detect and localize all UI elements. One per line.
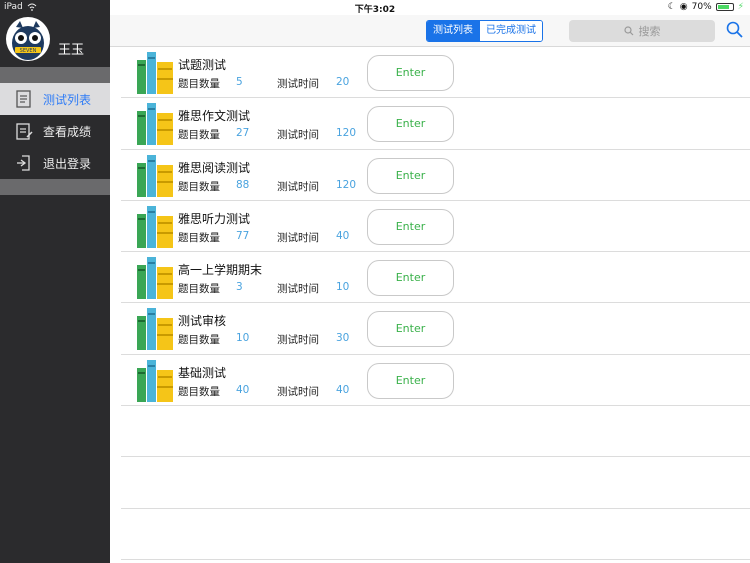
search-button[interactable] (726, 21, 744, 43)
count-value: 5 (236, 76, 243, 88)
sidebar-item-test-list[interactable]: 测试列表 (0, 83, 110, 115)
enter-button[interactable]: Enter (367, 311, 454, 348)
time-label: 测试时间 (277, 334, 319, 347)
time-label: 测试时间 (277, 180, 319, 193)
test-title: 高一上学期期末 (178, 263, 263, 278)
search-placeholder: 搜索 (638, 25, 661, 38)
books-icon (137, 308, 173, 351)
segmented-control: 测试列表 已完成测试 (426, 20, 543, 42)
segment-completed-tests[interactable]: 已完成测试 (479, 21, 542, 41)
count-label: 题目数量 (178, 180, 220, 193)
books-icon (137, 154, 173, 197)
sidebar-divider-top (0, 67, 110, 83)
count-label: 题目数量 (178, 385, 220, 398)
sidebar-item-label: 退出登录 (43, 156, 92, 171)
test-title: 雅思作文测试 (178, 109, 251, 124)
enter-button[interactable]: Enter (367, 106, 454, 143)
enter-button[interactable]: Enter (367, 260, 454, 297)
orientation-lock-icon: ◉ (679, 2, 688, 12)
test-row: 试题测试 题目数量 5 测试时间 20 Enter (121, 47, 750, 99)
books-icon (137, 205, 173, 248)
search-input[interactable]: 搜索 (569, 20, 715, 42)
sidebar-item-view-scores[interactable]: 查看成绩 (0, 115, 110, 147)
time-label: 测试时间 (277, 78, 319, 90)
username: 王玉 (58, 43, 85, 58)
sidebar: SEVEN 王玉 测试列表 查看成绩 退出登录 (0, 0, 110, 563)
moon-icon: ☾ (667, 2, 676, 12)
avatar-badge-text: SEVEN (20, 48, 37, 54)
test-row: 雅思阅读测试 题目数量 88 测试时间 120 Enter (121, 150, 750, 201)
time-value: 120 (336, 178, 357, 191)
time-value: 10 (336, 281, 350, 294)
books-icon (137, 52, 173, 94)
test-title: 雅思听力测试 (178, 211, 251, 226)
test-list: 试题测试 题目数量 5 测试时间 20 Enter 雅思作文测试 题目数量 27… (121, 47, 750, 560)
search-icon (726, 21, 743, 38)
empty-row (121, 457, 750, 509)
battery-icon (715, 3, 734, 11)
time-value: 30 (336, 332, 350, 345)
time-value: 20 (336, 76, 350, 88)
test-title: 雅思阅读测试 (178, 160, 251, 175)
count-label: 题目数量 (178, 78, 220, 90)
logout-icon (17, 155, 30, 171)
books-icon (137, 103, 173, 146)
clipboard-edit-icon (16, 123, 33, 140)
count-value: 27 (236, 127, 250, 140)
empty-row (121, 509, 750, 560)
count-value: 3 (236, 281, 243, 294)
document-list-icon (16, 90, 31, 108)
books-icon (137, 257, 173, 300)
test-row: 雅思听力测试 题目数量 77 测试时间 40 Enter (121, 201, 750, 253)
battery-percent: 70% (691, 2, 712, 12)
enter-button[interactable]: Enter (367, 362, 454, 399)
status-right: ☾ ◉ 70% ⚡ (668, 2, 744, 12)
avatar[interactable]: SEVEN (6, 17, 50, 61)
time-label: 测试时间 (277, 129, 319, 142)
enter-button[interactable]: Enter (367, 55, 454, 91)
time-label: 测试时间 (277, 283, 319, 296)
count-value: 77 (236, 229, 250, 242)
test-row: 雅思作文测试 题目数量 27 测试时间 120 Enter (121, 98, 750, 150)
enter-button[interactable]: Enter (367, 208, 454, 245)
enter-button[interactable]: Enter (367, 157, 454, 194)
time-value: 40 (336, 383, 350, 396)
status-bar: iPad 下午3:02 ☾ ◉ 70% ⚡ (0, 0, 750, 15)
test-row: 高一上学期期末 题目数量 3 测试时间 10 Enter (121, 252, 750, 304)
status-time: 下午3:02 (354, 5, 396, 15)
sidebar-divider-bottom (0, 179, 110, 195)
time-value: 40 (336, 229, 350, 242)
owl-avatar-icon: SEVEN (12, 21, 44, 60)
time-label: 测试时间 (277, 231, 319, 244)
test-row: 测试审核 题目数量 10 测试时间 30 Enter (121, 303, 750, 355)
segment-test-list[interactable]: 测试列表 (427, 21, 479, 41)
count-value: 88 (236, 178, 250, 191)
sidebar-item-label: 测试列表 (43, 92, 92, 107)
empty-row (121, 406, 750, 458)
test-row: 基础测试 题目数量 40 测试时间 40 Enter (121, 355, 750, 407)
test-title: 测试审核 (178, 314, 227, 329)
search-icon (623, 26, 633, 36)
sidebar-item-logout[interactable]: 退出登录 (0, 147, 110, 179)
time-label: 测试时间 (277, 385, 319, 398)
count-label: 题目数量 (178, 283, 220, 296)
test-title: 试题测试 (178, 58, 227, 72)
top-nav: 测试列表 已完成测试 搜索 (110, 15, 750, 47)
test-title: 基础测试 (178, 365, 227, 380)
time-value: 120 (336, 127, 357, 140)
count-value: 40 (236, 383, 250, 396)
profile: SEVEN 王玉 (0, 15, 110, 67)
charging-icon: ⚡ (737, 2, 744, 12)
count-label: 题目数量 (178, 231, 220, 244)
count-label: 题目数量 (178, 334, 220, 347)
count-label: 题目数量 (178, 129, 220, 142)
count-value: 10 (236, 332, 250, 345)
books-icon (137, 359, 173, 402)
sidebar-item-label: 查看成绩 (43, 124, 92, 139)
